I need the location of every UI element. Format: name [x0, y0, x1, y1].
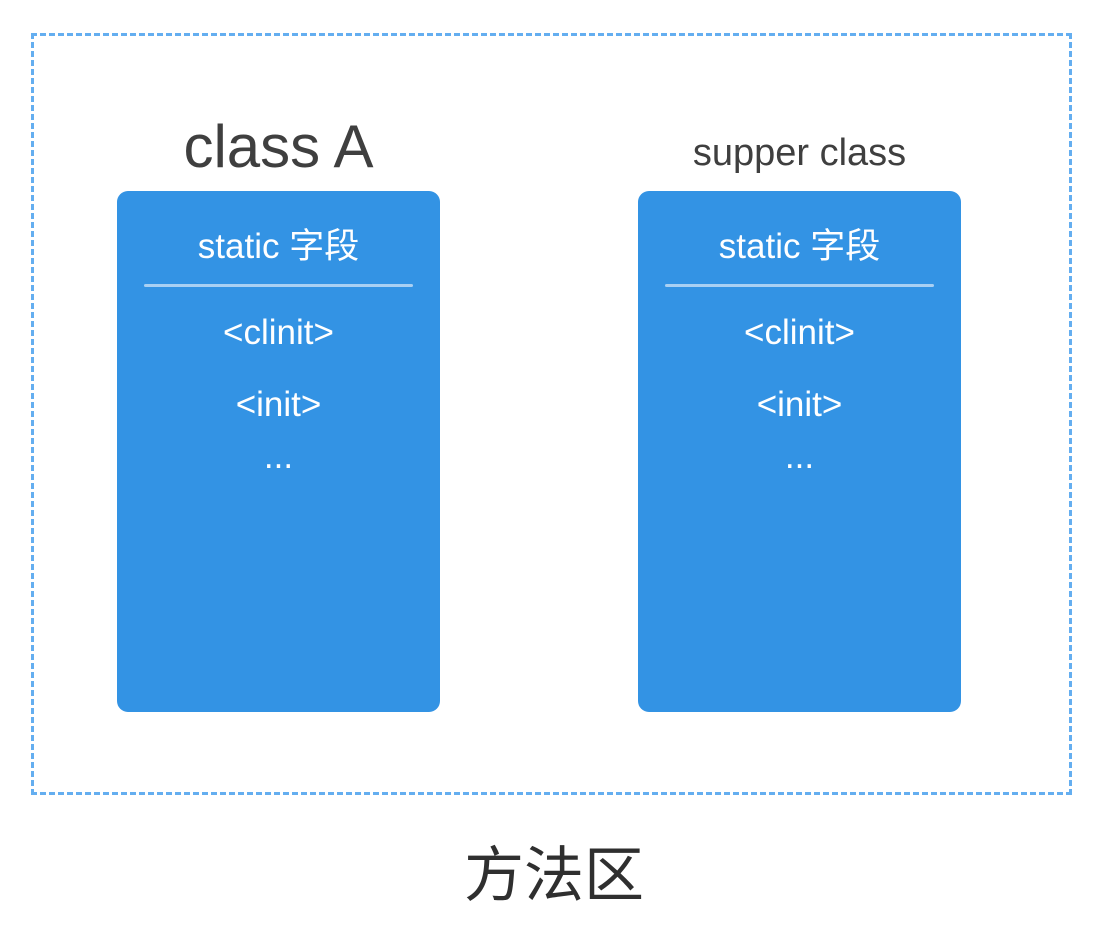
class-a-divider: [144, 284, 413, 287]
supper-class-card: static 字段 <clinit> <init> ...: [638, 191, 961, 712]
class-a-method-ellipsis: ...: [263, 437, 294, 476]
class-a-card: static 字段 <clinit> <init> ...: [117, 191, 440, 712]
supper-class-static-field: static 字段: [718, 227, 881, 266]
supper-class-method-init: <init>: [756, 385, 843, 424]
class-a-method-clinit: <clinit>: [223, 313, 334, 352]
class-a-static-field: static 字段: [197, 227, 360, 266]
supper-class-method-ellipsis: ...: [784, 437, 815, 476]
supper-class-method-clinit: <clinit>: [744, 313, 855, 352]
class-a-method-init: <init>: [235, 385, 322, 424]
class-a-title: class A: [183, 113, 374, 180]
supper-class-divider: [665, 284, 934, 287]
method-area-label: 方法区: [464, 842, 644, 909]
supper-class-title: supper class: [692, 132, 907, 174]
